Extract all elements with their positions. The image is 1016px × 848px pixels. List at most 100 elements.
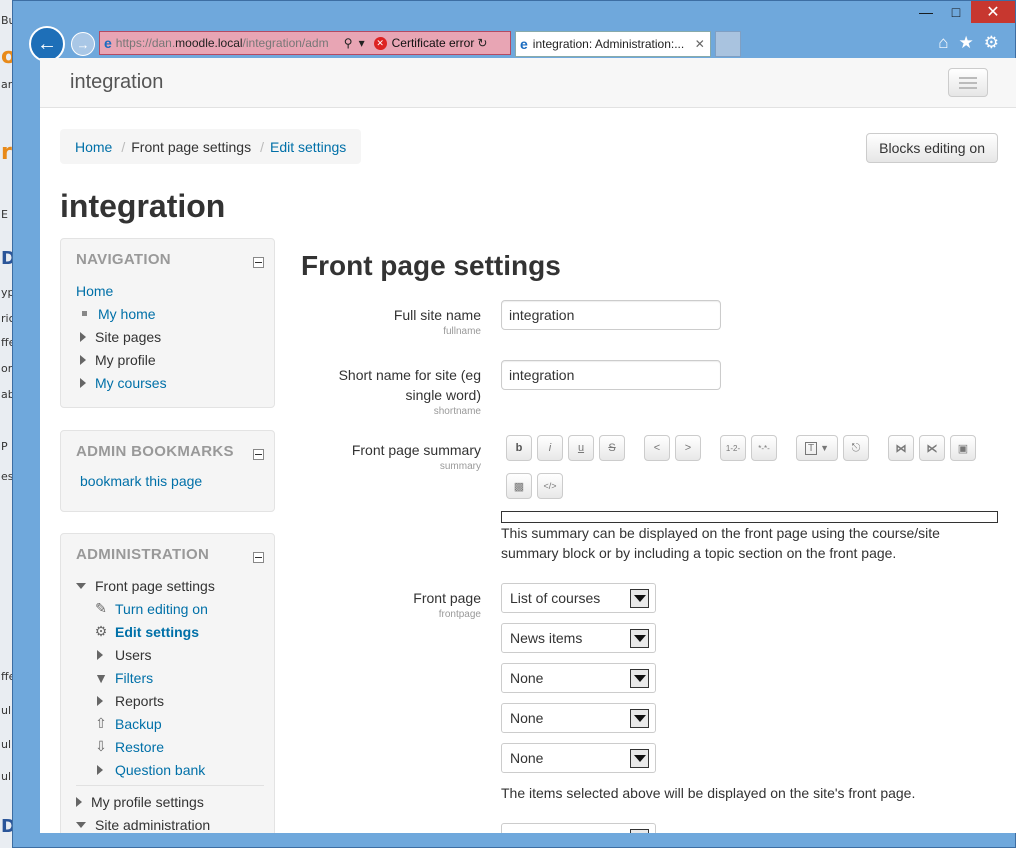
image-button[interactable]: ▣: [950, 435, 976, 461]
maximize-icon[interactable]: □: [941, 1, 971, 23]
collapse-arrow-icon[interactable]: [76, 821, 86, 828]
refresh-icon[interactable]: ↻: [477, 36, 487, 50]
nav-my-home[interactable]: My home: [98, 306, 156, 322]
shortname-key: shortname: [433, 406, 481, 417]
unlink-icon: ⋉: [926, 442, 938, 455]
back-button[interactable]: ←: [29, 26, 65, 62]
fullname-label: Full site name fullname: [281, 305, 481, 339]
admin-backup[interactable]: Backup: [115, 716, 162, 732]
admin-filters[interactable]: Filters: [115, 670, 153, 686]
admin-turn-editing-on[interactable]: Turn editing on: [115, 601, 208, 617]
text-style-dropdown[interactable]: T ▼: [796, 435, 838, 461]
dropdown-arrow-icon: ▼: [820, 443, 830, 453]
summary-editor[interactable]: [501, 511, 998, 523]
menu-toggle-button[interactable]: [948, 68, 988, 97]
italic-button[interactable]: i: [537, 435, 563, 461]
forward-button[interactable]: →: [71, 32, 95, 56]
frontpage-select-1[interactable]: List of courses: [501, 583, 656, 613]
expand-arrow-icon[interactable]: [97, 764, 103, 775]
backup-icon: ⇧: [95, 715, 107, 731]
expand-arrow-icon[interactable]: [76, 796, 82, 807]
admin-users[interactable]: Users: [115, 647, 152, 663]
frontpage-label: Front page frontpage: [281, 588, 481, 622]
fullname-key: fullname: [443, 326, 481, 337]
window-controls: — □ ✕: [911, 1, 1015, 27]
certificate-error-icon: ✕: [373, 36, 387, 50]
new-tab-button[interactable]: [715, 31, 741, 57]
breadcrumb-front-page-settings: Front page settings: [131, 138, 252, 155]
expand-arrow-icon[interactable]: [97, 649, 103, 660]
ie-tab-icon: e: [520, 36, 528, 52]
certificate-error-label[interactable]: Certificate error: [392, 36, 475, 50]
frontpage-select-2[interactable]: News items: [501, 623, 656, 653]
bold-button[interactable]: b: [506, 435, 532, 461]
url-field[interactable]: e https://dan.moodle.local/integration/a…: [99, 31, 511, 55]
html-button[interactable]: </>: [537, 473, 563, 499]
bullet-icon: [82, 311, 87, 316]
strikethrough-button[interactable]: S: [599, 435, 625, 461]
admin-site-administration[interactable]: Site administration: [95, 817, 210, 833]
close-icon[interactable]: ✕: [971, 1, 1015, 23]
frontpage-loggedin-select-partial[interactable]: [501, 823, 656, 833]
frontpage-select-3[interactable]: None: [501, 663, 656, 693]
page-viewport: integration Home / Front page settings /…: [40, 58, 1016, 833]
breadcrumb-edit-settings[interactable]: Edit settings: [270, 139, 346, 155]
frontpage-select-4[interactable]: None: [501, 703, 656, 733]
frontpage-help: The items selected above will be display…: [501, 785, 916, 801]
shortname-label: Short name for site (eg single word) sho…: [281, 365, 481, 419]
unlink-button[interactable]: ⋉: [919, 435, 945, 461]
expand-arrow-icon[interactable]: [97, 695, 103, 706]
blocks-editing-button[interactable]: Blocks editing on: [866, 133, 998, 163]
text-style-icon: T: [804, 441, 818, 455]
site-brand[interactable]: integration: [70, 71, 163, 94]
frontpage-key: frontpage: [438, 609, 481, 620]
bookmark-this-page-link[interactable]: bookmark this page: [80, 473, 202, 489]
plugin-button[interactable]: ⎋: [843, 435, 869, 461]
form-title: Front page settings: [301, 250, 561, 281]
browser-tab-active[interactable]: e integration: Administration:... ✕: [515, 31, 711, 57]
search-icon[interactable]: ⚲: [344, 36, 353, 50]
admin-restore[interactable]: Restore: [115, 739, 164, 755]
shortname-input[interactable]: integration: [501, 360, 721, 390]
chevron-down-icon: [630, 589, 649, 608]
expand-arrow-icon[interactable]: [80, 354, 86, 365]
collapse-icon[interactable]: [253, 552, 264, 563]
admin-reports[interactable]: Reports: [115, 693, 164, 709]
admin-my-profile-settings[interactable]: My profile settings: [91, 794, 204, 810]
summary-help: This summary can be displayed on the fro…: [501, 525, 940, 561]
admin-front-page-settings[interactable]: Front page settings: [95, 578, 215, 594]
dropdown-arrow-icon[interactable]: ▾: [359, 36, 365, 50]
nav-home-link[interactable]: Home: [76, 283, 113, 299]
admin-bookmarks-title: ADMIN BOOKMARKS: [61, 431, 274, 471]
expand-arrow-icon[interactable]: [80, 377, 86, 388]
page-heading: integration: [60, 188, 226, 224]
tab-close-icon[interactable]: ✕: [695, 37, 705, 51]
expand-arrow-icon[interactable]: [80, 331, 86, 342]
admin-edit-settings[interactable]: Edit settings: [115, 624, 199, 640]
admin-bookmarks-block: ADMIN BOOKMARKS bookmark this page: [60, 430, 275, 512]
nav-my-profile[interactable]: My profile: [95, 352, 156, 368]
subscript-button[interactable]: <: [644, 435, 670, 461]
home-icon[interactable]: ⌂: [938, 33, 948, 53]
admin-question-bank[interactable]: Question bank: [115, 762, 205, 778]
breadcrumb-home[interactable]: Home: [75, 139, 112, 155]
collapse-icon[interactable]: [253, 257, 264, 268]
unordered-list-button[interactable]: *-*-: [751, 435, 777, 461]
ordered-list-button[interactable]: 1-2-: [720, 435, 746, 461]
nav-my-courses[interactable]: My courses: [95, 375, 167, 391]
link-button[interactable]: ⋈: [888, 435, 914, 461]
collapse-icon[interactable]: [253, 449, 264, 460]
settings-gear-icon[interactable]: ⚙: [984, 33, 999, 53]
favorites-star-icon[interactable]: ★: [959, 33, 974, 53]
chevron-down-icon: [630, 629, 649, 648]
navigation-block-title: NAVIGATION: [61, 239, 274, 279]
fullname-input[interactable]: integration: [501, 300, 721, 330]
nav-site-pages[interactable]: Site pages: [95, 329, 161, 345]
chevron-down-icon: [630, 829, 649, 833]
minimize-icon[interactable]: —: [911, 1, 941, 23]
collapse-arrow-icon[interactable]: [76, 582, 86, 589]
superscript-button[interactable]: >: [675, 435, 701, 461]
underline-button[interactable]: u: [568, 435, 594, 461]
media-button[interactable]: ▩: [506, 473, 532, 499]
frontpage-select-5[interactable]: None: [501, 743, 656, 773]
